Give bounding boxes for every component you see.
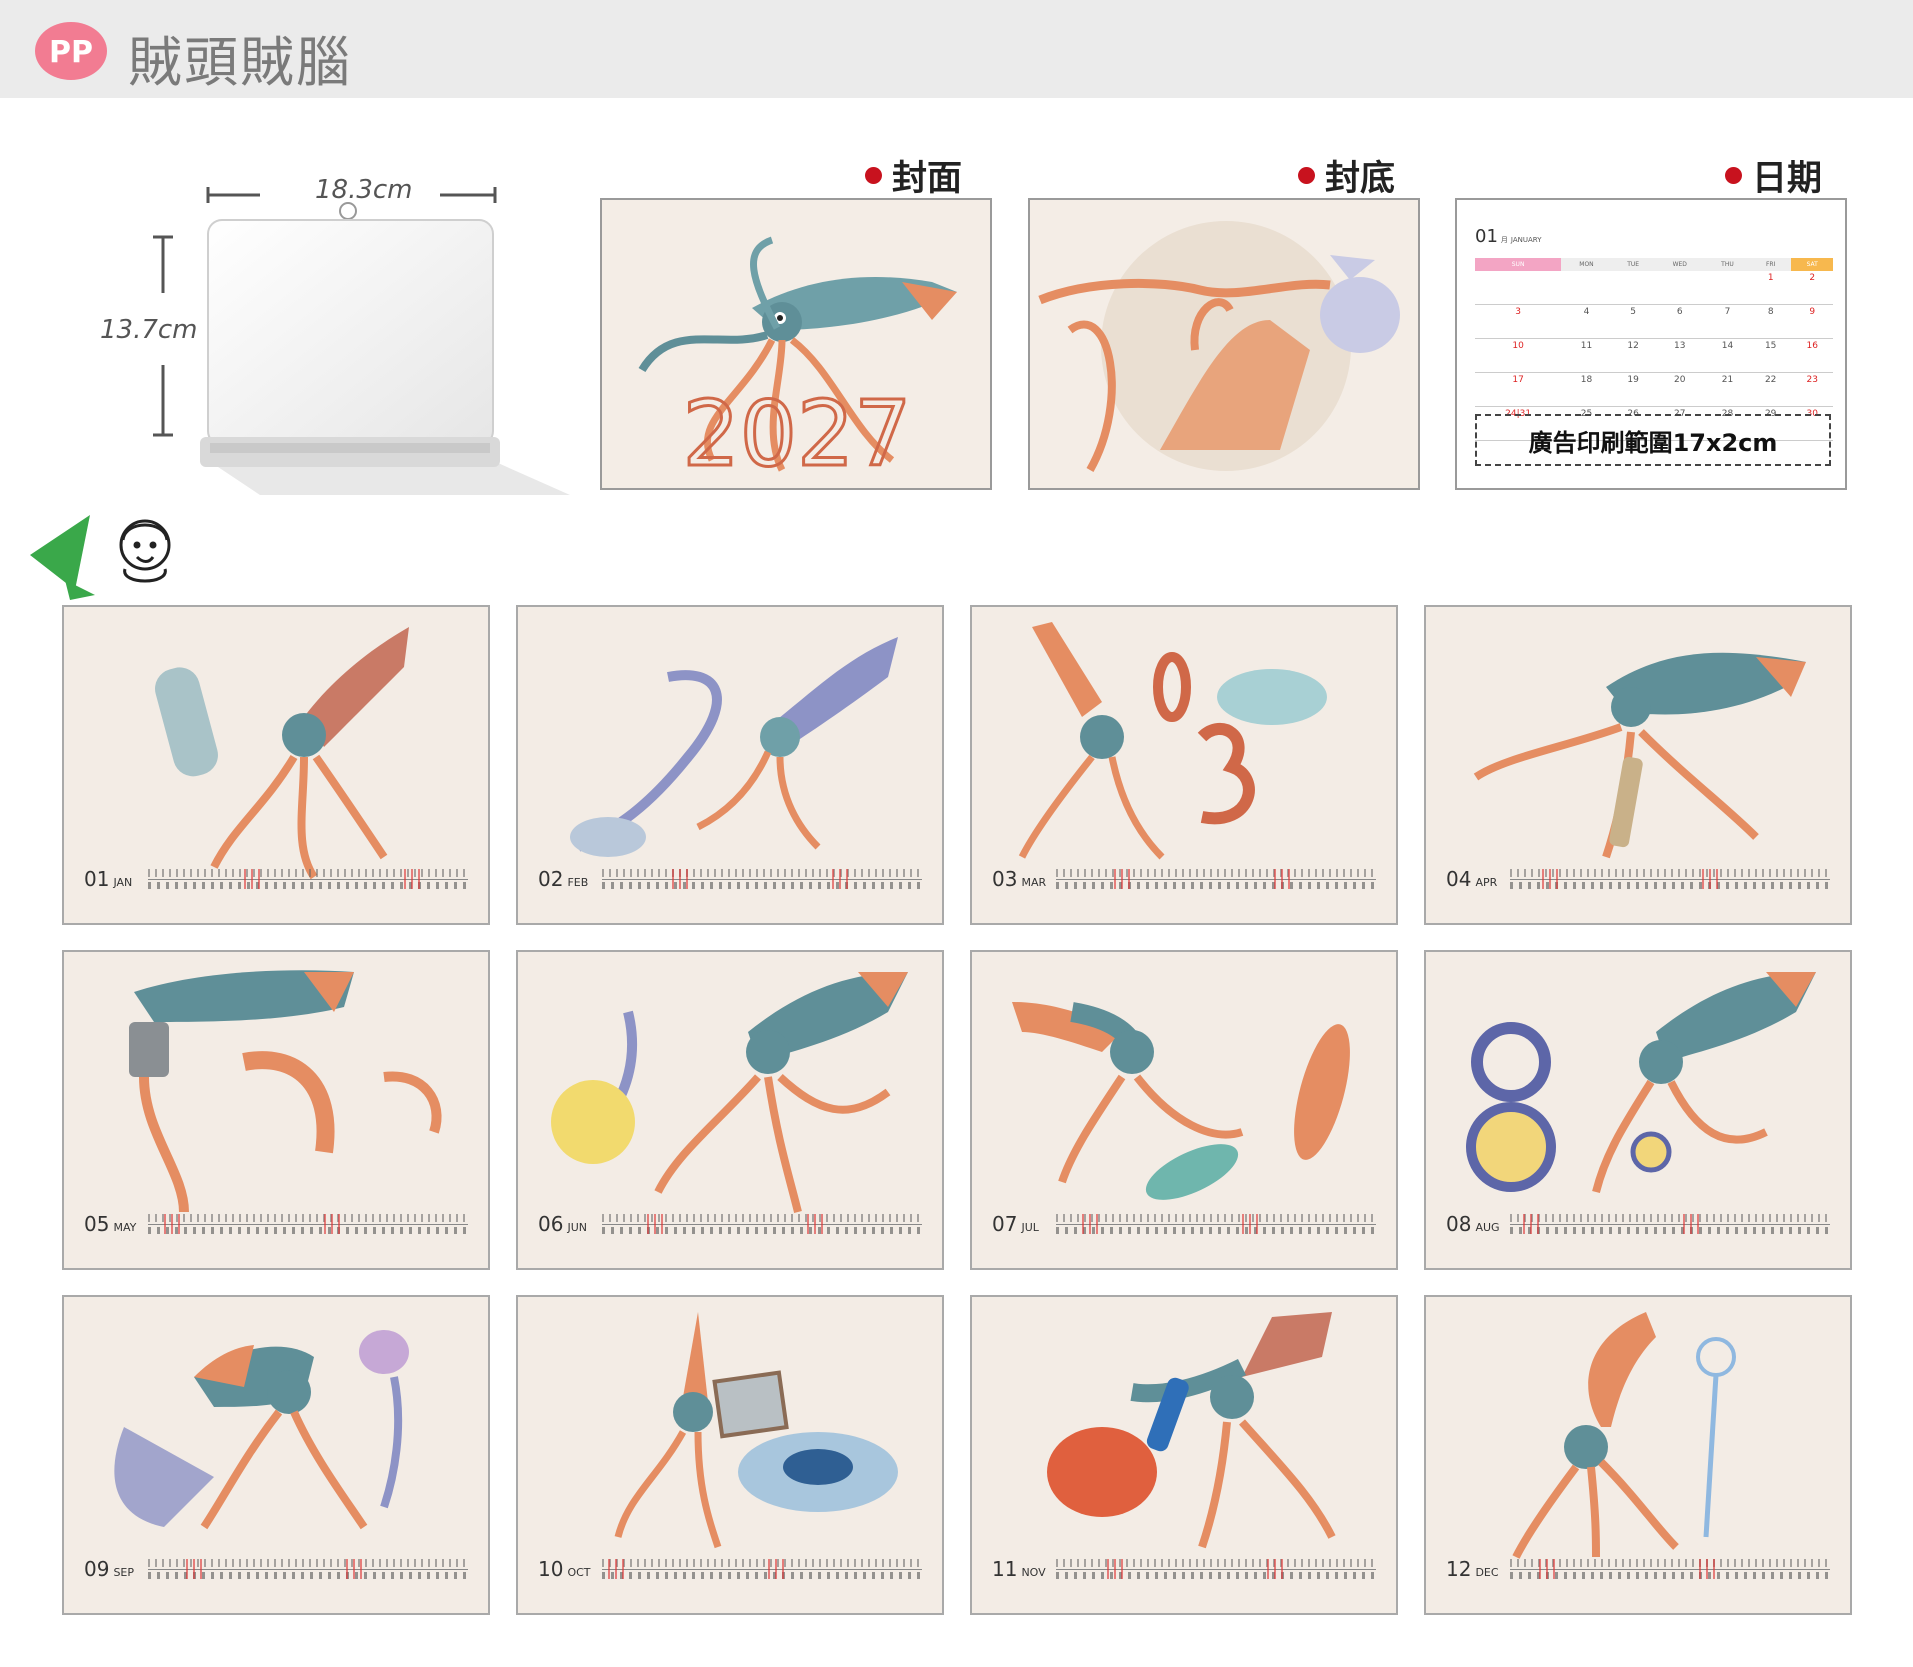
month-card-oct: 10 OCT [516, 1295, 944, 1615]
day-strip [148, 1214, 468, 1234]
day-strip [1056, 1214, 1376, 1234]
height-label: 13.7cm [100, 315, 198, 345]
month-card-aug: 08 AUG [1424, 950, 1852, 1270]
brand-title: 賊頭賊腦 [128, 31, 352, 94]
month-label: 09 SEP [84, 1557, 135, 1581]
month-card-sep: 09 SEP [62, 1295, 490, 1615]
svg-text:PP: PP [49, 35, 93, 70]
month-label: 05 MAY [84, 1212, 137, 1236]
back-illustration [1038, 221, 1400, 472]
month-card-may: 05 MAY [62, 950, 490, 1270]
date-panel: 01 月 JANUARY SUN MON TUE WED THU FRI SAT 1… [1455, 198, 1847, 490]
ad-print-area: 廣告印刷範圍17x2cm [1475, 414, 1831, 466]
day-strip [1056, 869, 1376, 889]
day-strip [1510, 869, 1830, 889]
day-strip [602, 869, 922, 889]
cover-label: 封面 [865, 150, 962, 201]
month-card-nov: 11 NOV [970, 1295, 1398, 1615]
month-label: 06 JUN [538, 1212, 587, 1236]
green-pennant-icon [30, 515, 95, 600]
red-dot-icon [1298, 167, 1315, 184]
month-label: 11 NOV [992, 1557, 1046, 1581]
doodle-row [30, 515, 171, 600]
weekday-header: TUE [1611, 258, 1655, 271]
back-label: 封底 [1298, 150, 1395, 201]
weekday-header: SAT [1791, 258, 1833, 271]
pp-logo-icon: PP [35, 22, 107, 80]
header-bar: PP 賊頭賊腦 [0, 0, 1913, 98]
month-card-jul: 07 JUL [970, 950, 1398, 1270]
cover-panel: 2027 [600, 198, 992, 490]
month-card-mar: 03 MAR [970, 605, 1398, 925]
month-label: 04 APR [1446, 867, 1498, 891]
red-dot-icon [865, 167, 882, 184]
weekday-header: MON [1561, 258, 1612, 271]
day-strip [1056, 1559, 1376, 1579]
girl-doodle-icon [119, 519, 171, 583]
calendar-week-row: 10 11 12 13 14 15 16 [1475, 338, 1833, 373]
month-card-dec: 12 DEC [1424, 1295, 1852, 1615]
month-label: 01 JAN [84, 867, 133, 891]
calendar-week-row: 17 18 19 20 21 22 23 [1475, 372, 1833, 407]
calendar-week-row: 3456789 [1475, 304, 1833, 339]
month-label: 02 FEB [538, 867, 589, 891]
month-label: 07 JUL [992, 1212, 1039, 1236]
month-label: 10 OCT [538, 1557, 591, 1581]
day-strip [148, 1559, 468, 1579]
day-strip [1510, 1214, 1830, 1234]
day-strip [1510, 1559, 1830, 1579]
month-card-jun: 06 JUN [516, 950, 944, 1270]
calendar-week-row: 12 [1475, 271, 1833, 305]
month-card-apr: 04 APR [1424, 605, 1852, 925]
squid-illustration: 2027 [638, 236, 957, 488]
month-label: 08 AUG [1446, 1212, 1500, 1236]
width-label: 18.3cm [315, 175, 413, 205]
back-panel [1028, 198, 1420, 490]
day-strip [602, 1559, 922, 1579]
weekday-header: FRI [1749, 258, 1792, 271]
date-label: 日期 [1725, 150, 1822, 201]
day-strip [602, 1214, 922, 1234]
weekday-header: WED [1654, 258, 1705, 271]
weekday-header: THU [1704, 258, 1750, 271]
calendar-stand-diagram: 18.3cm 13.7cm [90, 175, 590, 505]
month-label: 03 MAR [992, 867, 1047, 891]
month-card-jan: 01 JAN [62, 605, 490, 925]
weekday-header: SUN [1475, 258, 1562, 271]
calendar-month-heading: 01 月 JANUARY [1475, 226, 1542, 247]
month-label: 12 DEC [1446, 1557, 1499, 1581]
cover-year: 2027 [682, 382, 911, 487]
month-card-feb: 02 FEB [516, 605, 944, 925]
red-dot-icon [1725, 167, 1742, 184]
day-strip [148, 869, 468, 889]
